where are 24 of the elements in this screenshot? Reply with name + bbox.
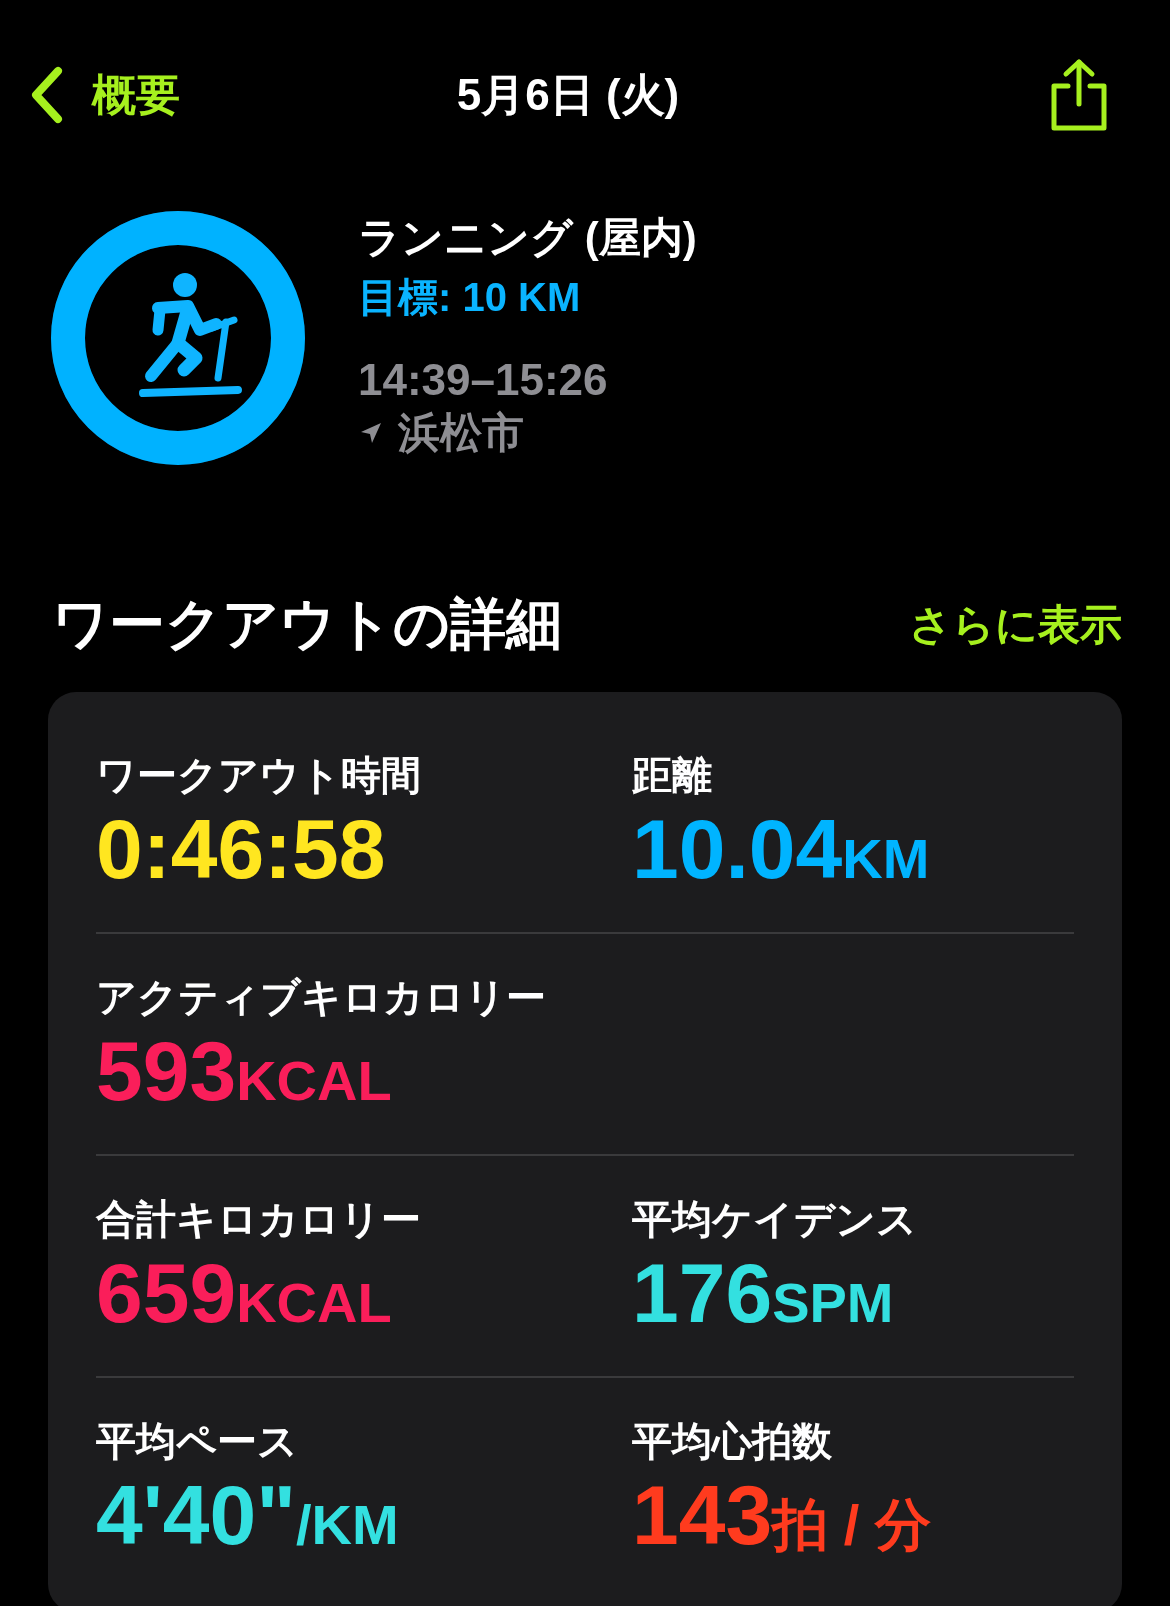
workout-ring-icon bbox=[48, 208, 308, 468]
metric-value: 659KCAL bbox=[96, 1247, 393, 1340]
metric-label: 平均ペース bbox=[96, 1418, 299, 1466]
workout-name: ランニング (屋内) bbox=[358, 213, 697, 263]
location-arrow-icon bbox=[360, 422, 382, 444]
date-title: 5月6日 (火) bbox=[456, 68, 680, 121]
metric-label: 平均心拍数 bbox=[632, 1418, 833, 1466]
metric-value: 10.04KM bbox=[632, 803, 931, 896]
show-more-link[interactable]: さらに表示 bbox=[909, 597, 1122, 653]
metric-label: 距離 bbox=[632, 752, 713, 800]
metric-value: 0:46:58 bbox=[96, 803, 387, 896]
section-title: ワークアウトの詳細 bbox=[52, 591, 562, 657]
metric-value: 4'40"/KM bbox=[96, 1469, 400, 1562]
metric-label: ワークアウト時間 bbox=[96, 752, 422, 800]
workout-location: 浜松市 bbox=[398, 408, 524, 458]
metric-value: 143拍 / 分 bbox=[632, 1469, 932, 1562]
workout-time: 14:39–15:26 bbox=[358, 355, 609, 405]
metric-value: 593KCAL bbox=[96, 1025, 393, 1118]
metric-label: 平均ケイデンス bbox=[632, 1196, 918, 1244]
metric-value: 176SPM bbox=[632, 1247, 895, 1340]
workout-goal: 目標: 10 KM bbox=[358, 274, 582, 321]
back-button[interactable]: 概要 bbox=[26, 65, 180, 125]
metric-label: アクティブキロカロリー bbox=[96, 974, 547, 1022]
metric-label: 合計キロカロリー bbox=[96, 1196, 422, 1244]
